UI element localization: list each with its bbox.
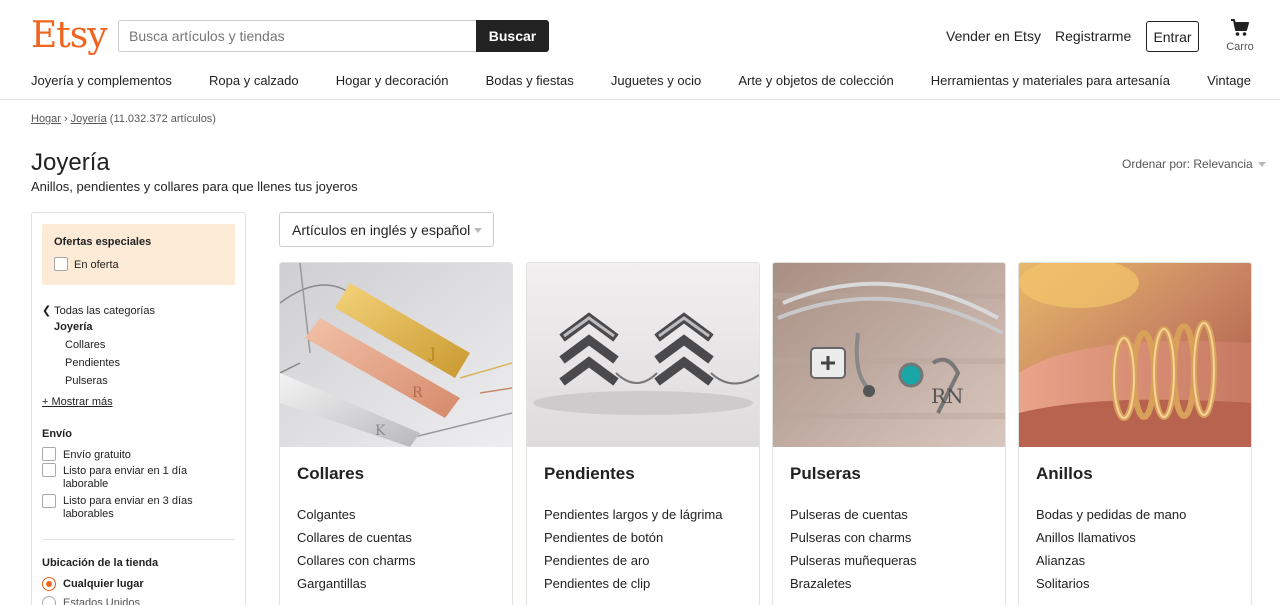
search-input[interactable]	[118, 20, 476, 52]
page-title: Joyería	[31, 149, 110, 176]
sort-label: Ordenar por: Relevancia	[1122, 157, 1253, 171]
card-links: Pendientes largos y de lágrima Pendiente…	[544, 507, 723, 599]
subcategory-pendientes[interactable]: Pendientes	[65, 357, 120, 369]
nav-item-art-collectibles[interactable]: Arte y objetos de colección	[738, 73, 893, 91]
card-link[interactable]: Pendientes de clip	[544, 576, 723, 599]
card-link[interactable]: Alianzas	[1036, 553, 1186, 576]
card-link[interactable]: Pulseras con charms	[790, 530, 916, 553]
card-link[interactable]: Collares con charms	[297, 553, 416, 576]
card-link[interactable]: Colgantes	[297, 507, 416, 530]
search-button[interactable]: Buscar	[476, 20, 549, 52]
language-filter-label: Artículos en inglés y español	[292, 222, 471, 238]
subcategory-pulseras[interactable]: Pulseras	[65, 375, 108, 387]
chevron-down-icon	[1257, 162, 1266, 168]
site-header: Etsy Buscar Vender en Etsy Registrarme E…	[0, 0, 1280, 100]
rings-image[interactable]	[1019, 263, 1251, 447]
ships-1-day-label-line2: laborable	[63, 478, 109, 490]
card-link[interactable]: Brazaletes	[790, 576, 916, 599]
nav-item-toys-entertainment[interactable]: Juguetes y ocio	[611, 73, 701, 91]
card-links: Colgantes Collares de cuentas Collares c…	[297, 507, 416, 599]
sort-dropdown[interactable]: Ordenar por: Relevancia	[1122, 157, 1266, 171]
ships-3-days-label-line1: Listo para enviar en 3 días	[63, 495, 193, 507]
shop-location-title: Ubicación de la tienda	[42, 557, 159, 569]
svg-text:J: J	[428, 346, 436, 362]
location-anywhere-label: Cualquier lugar	[63, 578, 144, 590]
card-link[interactable]: Gargantillas	[297, 576, 416, 599]
special-offers-title: Ofertas especiales	[54, 236, 152, 248]
category-nav: Joyería y complementos Ropa y calzado Ho…	[31, 73, 1251, 91]
location-us-radio[interactable]	[42, 596, 56, 605]
card-link[interactable]: Pulseras de cuentas	[790, 507, 916, 530]
card-title[interactable]: Anillos	[1036, 464, 1093, 484]
result-count: (11.032.372 artículos)	[109, 113, 216, 125]
ships-3-days-label: Listo para enviar en 3 días laborables	[63, 495, 193, 521]
current-category[interactable]: Joyería	[54, 321, 93, 333]
card-link[interactable]: Pulseras muñequeras	[790, 553, 916, 576]
nav-item-home-living[interactable]: Hogar y decoración	[336, 73, 449, 91]
filter-sidebar: Ofertas especiales En oferta ❮ Todas las…	[31, 212, 246, 605]
ships-1-day-label: Listo para enviar en 1 día laborable	[63, 465, 187, 491]
breadcrumb-home-link[interactable]: Hogar	[31, 113, 61, 125]
category-card-anillos[interactable]: Anillos Bodas y pedidas de mano Anillos …	[1018, 262, 1252, 605]
page-subtitle: Anillos, pendientes y collares para que …	[31, 179, 358, 194]
breadcrumb: Hogar › Joyería (11.032.372 artículos)	[31, 113, 216, 125]
category-card-collares[interactable]: J R K Collares Colgantes Collares de cue…	[279, 262, 513, 605]
ships-1-day-checkbox[interactable]	[42, 463, 56, 477]
free-shipping-label: Envío gratuito	[63, 449, 131, 461]
earrings-image[interactable]	[527, 263, 759, 447]
location-anywhere-radio[interactable]	[42, 577, 56, 591]
etsy-logo[interactable]: Etsy	[31, 14, 108, 58]
cart-icon	[1231, 19, 1249, 36]
signin-button[interactable]: Entrar	[1146, 21, 1199, 52]
svg-text:RN: RN	[931, 384, 964, 408]
card-link[interactable]: Anillos llamativos	[1036, 530, 1186, 553]
chevron-down-icon	[474, 228, 482, 233]
show-more-link[interactable]: + Mostrar más	[42, 396, 113, 408]
ships-3-days-checkbox[interactable]	[42, 494, 56, 508]
nav-item-weddings-parties[interactable]: Bodas y fiestas	[486, 73, 574, 91]
nav-item-vintage[interactable]: Vintage	[1207, 73, 1251, 91]
card-link[interactable]: Bodas y pedidas de mano	[1036, 507, 1186, 530]
search-bar: Buscar	[118, 20, 550, 52]
card-title[interactable]: Pulseras	[790, 464, 861, 484]
card-title[interactable]: Collares	[297, 464, 364, 484]
necklaces-image[interactable]: J R K	[280, 263, 512, 447]
card-link[interactable]: Pendientes de botón	[544, 530, 723, 553]
cart-label: Carro	[1226, 41, 1254, 53]
all-categories-link[interactable]: ❮ Todas las categorías	[42, 304, 155, 317]
free-shipping-checkbox[interactable]	[42, 447, 56, 461]
subcategory-collares[interactable]: Collares	[65, 339, 105, 351]
all-categories-label: Todas las categorías	[54, 305, 155, 317]
location-us-label: Estados Unidos	[63, 597, 141, 605]
ships-1-day-label-line1: Listo para enviar en 1 día	[63, 465, 188, 477]
on-sale-label: En oferta	[74, 259, 119, 271]
shipping-title: Envío	[42, 428, 72, 440]
language-filter-dropdown[interactable]: Artículos en inglés y español	[279, 212, 494, 247]
special-offers-box: Ofertas especiales En oferta	[42, 224, 235, 285]
card-link[interactable]: Pendientes largos y de lágrima	[544, 507, 723, 530]
chevron-left-icon: ❮	[42, 305, 52, 317]
breadcrumb-separator-icon: ›	[63, 113, 68, 125]
category-card-pendientes[interactable]: Pendientes Pendientes largos y de lágrim…	[526, 262, 760, 605]
card-link[interactable]: Collares de cuentas	[297, 530, 416, 553]
card-links: Pulseras de cuentas Pulseras con charms …	[790, 507, 916, 599]
nav-item-craft-supplies[interactable]: Herramientas y materiales para artesanía	[931, 73, 1170, 91]
card-links: Bodas y pedidas de mano Anillos llamativ…	[1036, 507, 1186, 599]
bracelets-image[interactable]: RN	[773, 263, 1005, 447]
svg-text:R: R	[412, 385, 423, 401]
card-link[interactable]: Solitarios	[1036, 576, 1186, 599]
card-title[interactable]: Pendientes	[544, 464, 635, 484]
nav-item-jewelry-accessories[interactable]: Joyería y complementos	[31, 73, 172, 91]
category-card-pulseras[interactable]: RN Pulseras Pulseras de cuentas Pulseras…	[772, 262, 1006, 605]
breadcrumb-current-link[interactable]: Joyería	[71, 113, 107, 125]
card-link[interactable]: Pendientes de aro	[544, 553, 723, 576]
on-sale-checkbox[interactable]	[54, 257, 68, 271]
register-link[interactable]: Registrarme	[1055, 28, 1131, 44]
nav-item-clothing-shoes[interactable]: Ropa y calzado	[209, 73, 299, 91]
ships-3-days-label-line2: laborables	[63, 508, 114, 520]
sidebar-divider	[42, 539, 235, 540]
cart-button[interactable]: Carro	[1222, 18, 1258, 58]
sell-on-etsy-link[interactable]: Vender en Etsy	[946, 28, 1041, 44]
svg-text:K: K	[375, 423, 386, 439]
